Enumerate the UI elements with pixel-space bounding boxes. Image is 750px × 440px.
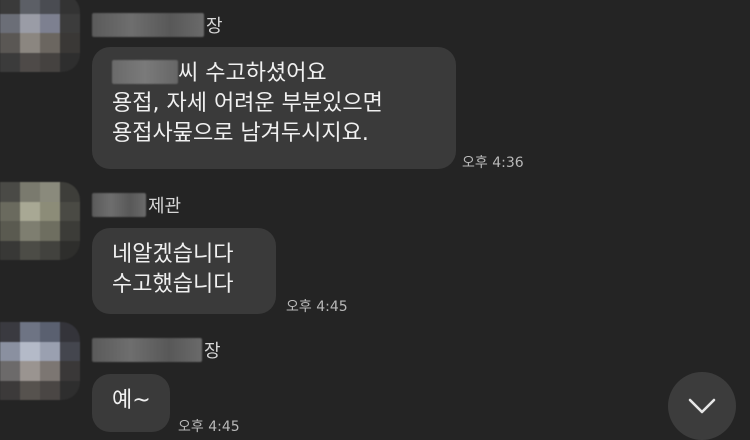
timestamp: 오후 4:36	[462, 155, 524, 171]
avatar[interactable]	[0, 182, 80, 260]
message-bubble[interactable]: 예~	[92, 374, 170, 432]
redacted-name	[92, 193, 146, 217]
sender-name-suffix: 제관	[148, 196, 182, 217]
message-line: 씨 수고하셨어요	[112, 59, 436, 89]
sender-name-suffix: 장	[206, 16, 223, 37]
redacted-name	[112, 60, 178, 84]
sender-name: 장	[92, 12, 223, 38]
message-text: 수고했습니다	[112, 272, 234, 297]
avatar[interactable]	[0, 322, 80, 400]
message-bubble[interactable]: 네알겠습니다 수고했습니다	[92, 228, 276, 314]
message-text: 용접, 자세 어려운 부분있으면	[112, 91, 383, 116]
message-text: 씨 수고하셨어요	[178, 61, 327, 86]
message-text: 네알겠습니다	[112, 242, 234, 267]
avatar[interactable]	[0, 0, 80, 72]
message-text: 예~	[112, 388, 151, 413]
message-text: 용접사뭎으로 남겨두시지요.	[112, 121, 369, 146]
redacted-name	[92, 13, 204, 37]
sender-name: 제관	[92, 192, 181, 218]
sender-name-suffix: 장	[204, 341, 221, 362]
message-bubble[interactable]: 씨 수고하셨어요 용접, 자세 어려운 부분있으면 용접사뭎으로 남겨두시지요.	[92, 47, 456, 169]
chevron-down-icon	[688, 398, 716, 414]
timestamp: 오후 4:45	[286, 299, 348, 315]
scroll-to-bottom-button[interactable]	[668, 372, 736, 440]
sender-name: 장	[92, 337, 221, 363]
chat-view: 장 씨 수고하셨어요 용접, 자세 어려운 부분있으면 용접사뭎으로 남겨두시지…	[0, 0, 750, 440]
redacted-name	[92, 338, 202, 362]
timestamp: 오후 4:45	[178, 419, 240, 435]
